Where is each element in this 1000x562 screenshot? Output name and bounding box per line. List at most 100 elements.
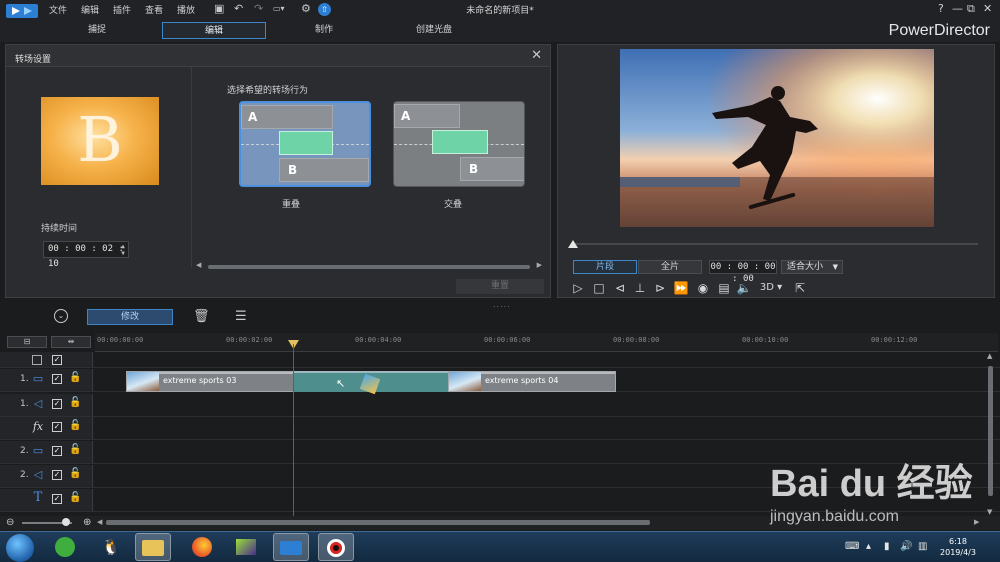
taskbar-app-recorder-icon[interactable] (318, 533, 354, 561)
transition-clip[interactable]: ↖ (294, 371, 449, 395)
fit-timeline-button[interactable]: ⇹ (51, 336, 91, 348)
track-lane[interactable] (94, 465, 986, 487)
lock-icon[interactable]: 🔓 (69, 397, 81, 408)
menubar: 文件 编辑 插件 查看 播放 ▣ ↶ ↷ ▭▾ ⚙ ⇧ 未命名的新项目* ? —… (0, 0, 1000, 20)
track-lane[interactable] (94, 441, 986, 463)
zoom-in-icon[interactable]: ⊕ (83, 517, 91, 528)
scroll-right-icon[interactable]: ▶ (974, 518, 979, 526)
clip-name: extreme sports 04 (485, 376, 559, 385)
minimize-icon[interactable]: — (952, 2, 963, 15)
close-icon[interactable]: ✕ (983, 2, 992, 15)
track-enable-checkbox[interactable]: ✓ (52, 422, 62, 432)
option-cross[interactable]: A B (393, 101, 525, 187)
scroll-left-icon[interactable]: ◀ (97, 518, 102, 526)
transition-block (279, 131, 333, 155)
track-lane[interactable] (94, 394, 986, 416)
panel-horizontal-scrollbar[interactable]: ◀ ▶ (196, 261, 542, 271)
option-overlap[interactable]: A B (239, 101, 371, 187)
preview-scrub-bar[interactable] (572, 243, 978, 245)
next-frame-icon[interactable]: ⊳ (652, 281, 668, 295)
scrollbar-thumb[interactable] (988, 366, 993, 496)
scroll-right-icon[interactable]: ▶ (537, 261, 542, 269)
panel-close-icon[interactable]: ✕ (531, 48, 542, 63)
taskbar-app-powerdirector-icon[interactable] (273, 533, 309, 561)
all-tracks-enable-checkbox[interactable]: ✓ (52, 355, 62, 365)
previous-frame-icon[interactable]: ⊲ (612, 281, 628, 295)
more-functions-icon[interactable]: ☰ (235, 309, 247, 324)
preview-timecode[interactable]: 00 : 00 : 00 : 00 (709, 260, 777, 284)
start-button[interactable] (6, 534, 34, 562)
timeline-toolbar: ⌄ 修改 🗑 ☰ (0, 306, 1000, 330)
tray-network-icon[interactable]: ▥ (918, 541, 927, 552)
zoom-out-icon[interactable]: ⊖ (6, 517, 14, 528)
track-lane[interactable] (94, 417, 986, 439)
tab-produce[interactable]: 制作 (272, 22, 376, 39)
preview-scrub-handle[interactable] (568, 240, 578, 248)
fit-size-dropdown[interactable]: 适合大小 ▼ (781, 260, 843, 274)
fast-forward-icon[interactable]: ⏩ (673, 281, 689, 295)
track-enable-checkbox[interactable]: ✓ (52, 494, 62, 504)
clip-extreme-sports-03[interactable]: extreme sports 03 (126, 371, 294, 392)
snapshot-icon[interactable]: ◉ (695, 281, 711, 295)
expand-chevron-icon[interactable]: ⌄ (54, 309, 68, 323)
tab-edit[interactable]: 编辑 (162, 22, 266, 39)
scrollbar-thumb[interactable] (208, 265, 530, 269)
zoom-slider-knob[interactable] (62, 518, 70, 526)
scroll-down-icon[interactable]: ▼ (987, 508, 992, 516)
timeline-playhead-line (293, 344, 294, 516)
modify-button[interactable]: 修改 (87, 309, 173, 325)
lock-icon[interactable]: 🔓 (69, 420, 81, 431)
movie-mode-toggle[interactable]: 全片 (638, 260, 702, 274)
stop-icon[interactable]: □ (591, 281, 607, 295)
timeline-horizontal-scrollbar[interactable] (106, 520, 650, 525)
clip-extreme-sports-04[interactable]: extreme sports 04 (448, 371, 616, 392)
lock-icon[interactable]: 🔓 (69, 444, 81, 455)
track-audio-1: 1. ◁ ✓ 🔓 (0, 394, 1000, 417)
track-enable-checkbox[interactable]: ✓ (52, 446, 62, 456)
subtitle-icon[interactable]: ▤ (716, 281, 732, 295)
ruler-label: 00:00:04:00 (355, 336, 402, 344)
track-number: 2. (20, 446, 29, 456)
tray-keyboard-icon[interactable]: ⌨ (845, 541, 859, 552)
duration-input[interactable]: 00 : 00 : 02 : 10 ▲ ▼ (43, 241, 129, 269)
track-enable-checkbox[interactable]: ✓ (52, 399, 62, 409)
tray-expand-icon[interactable]: ▴ (866, 541, 871, 552)
taskbar-app-explorer-icon[interactable] (135, 533, 171, 561)
split-clip-icon[interactable]: ⊥ (632, 281, 648, 295)
tab-create-disc[interactable]: 创建光盘 (382, 22, 486, 39)
duration-spinner[interactable]: ▲ ▼ (119, 243, 127, 257)
timeline-vertical-scrollbar[interactable]: ▲ ▼ (986, 352, 996, 516)
help-icon[interactable]: ? (938, 2, 944, 15)
storyboard-view-button[interactable]: ⊟ (7, 336, 47, 348)
volume-icon[interactable]: 🔈 (736, 281, 752, 295)
lock-icon[interactable]: 🔓 (69, 468, 81, 479)
transition-thumbnail: B (41, 97, 159, 185)
transition-block (432, 130, 488, 154)
delete-trash-icon[interactable]: 🗑 (193, 309, 210, 324)
track-lane[interactable] (94, 489, 986, 511)
clip-thumbnail (449, 372, 481, 391)
lock-icon[interactable]: 🔓 (69, 492, 81, 503)
play-icon[interactable]: ▷ (570, 281, 586, 295)
scroll-left-icon[interactable]: ◀ (196, 261, 201, 269)
tray-volume-icon[interactable]: 🔊 (900, 541, 912, 552)
timeline-ruler[interactable]: 00:00:00:00 00:00:02:00 00:00:04:00 00:0… (95, 333, 998, 352)
taskbar-app-firefox-icon[interactable] (184, 533, 220, 561)
undock-preview-icon[interactable]: ⇱ (792, 281, 808, 295)
track-enable-checkbox[interactable]: ✓ (52, 470, 62, 480)
taskbar-app-360-icon[interactable] (47, 533, 83, 561)
taskbar-app-video-editor-icon[interactable] (228, 533, 264, 561)
scroll-up-icon[interactable]: ▲ (987, 352, 992, 360)
3d-mode-button[interactable]: 3D ▾ (758, 282, 784, 293)
restore-icon[interactable]: ⧉ (967, 2, 975, 16)
taskbar-clock[interactable]: 6:18 2019/4/3 (938, 536, 978, 558)
lock-icon[interactable]: 🔓 (69, 372, 81, 383)
tray-battery-icon[interactable]: ▮ (884, 541, 890, 552)
track-enable-checkbox[interactable]: ✓ (52, 374, 62, 384)
track-lane[interactable]: extreme sports 03 ↖ extreme sports 04 (94, 369, 986, 395)
reset-button[interactable]: 重置 (456, 279, 544, 294)
all-tracks-view-checkbox[interactable] (32, 355, 42, 365)
tab-capture[interactable]: 捕捉 (45, 22, 149, 39)
clip-mode-toggle[interactable]: 片段 (573, 260, 637, 274)
taskbar-app-qq-icon[interactable]: 🐧 (93, 533, 129, 561)
